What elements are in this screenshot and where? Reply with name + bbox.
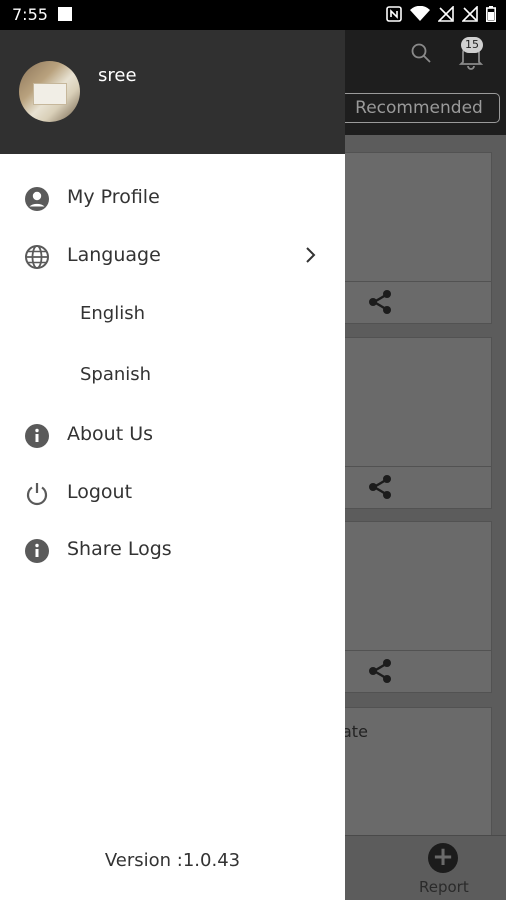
signal-off-icon-2 [461,5,478,26]
language-option-english[interactable]: English [0,295,345,335]
username: sree [98,65,137,86]
menu-label-about-us: About Us [67,423,154,445]
notification-count-badge: 15 [461,37,483,53]
menu-item-language[interactable]: Language [0,232,345,280]
menu-label-logout: Logout [67,481,133,503]
menu-label-share-logs: Share Logs [67,538,172,560]
signal-off-icon [437,5,454,26]
info-icon [24,538,50,564]
wifi-icon [410,5,430,26]
avatar[interactable] [19,61,80,122]
status-time: 7:55 [12,5,48,24]
menu-item-share-logs[interactable]: Share Logs [0,526,345,574]
nfc-icon [386,6,402,26]
menu-item-about-us[interactable]: About Us [0,411,345,459]
menu-label-language: Language [67,244,161,266]
power-icon [24,481,50,507]
share-icon[interactable] [367,289,393,315]
share-icon[interactable] [367,658,393,684]
account-circle-icon [24,186,50,212]
language-label-english: English [80,303,145,324]
navigation-drawer: sree My Profile Language English Spanish [0,30,345,900]
language-label-spanish: Spanish [80,364,152,385]
card-partial-text: ate [342,722,368,741]
search-icon[interactable] [410,42,432,69]
drawer-header: sree [0,30,345,154]
share-icon[interactable] [367,474,393,500]
globe-icon [24,244,50,270]
add-report-icon[interactable]: + [428,843,458,873]
report-label[interactable]: Report [419,878,469,896]
menu-label-my-profile: My Profile [67,186,160,208]
menu-item-my-profile[interactable]: My Profile [0,174,345,222]
battery-icon [486,6,496,26]
status-icons [386,5,496,26]
chevron-right-icon[interactable] [300,242,322,268]
language-option-spanish[interactable]: Spanish [0,356,345,396]
status-bar: 7:55 [0,0,506,30]
info-icon [24,423,50,449]
menu-item-logout[interactable]: Logout [0,469,345,517]
tab-recommended[interactable]: Recommended [338,93,500,123]
notification-square-icon [58,7,72,21]
app-version: Version :1.0.43 [104,850,241,871]
